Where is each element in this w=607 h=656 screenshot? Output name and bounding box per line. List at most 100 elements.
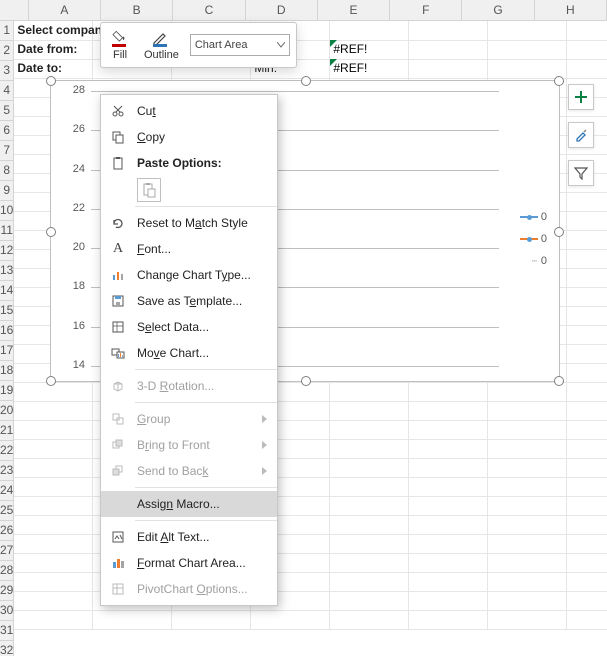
resize-handle[interactable] [554, 227, 564, 237]
error-indicator-icon [330, 40, 337, 47]
resize-handle[interactable] [301, 376, 311, 386]
scissors-icon [109, 102, 127, 120]
row-header[interactable]: 4 [0, 81, 14, 101]
outline-button[interactable]: Outline [141, 27, 182, 63]
legend-entry[interactable]: ···0 [531, 255, 547, 267]
menu-label: Format Chart Area... [137, 556, 267, 570]
col-header[interactable]: B [101, 0, 173, 20]
chart-element-combo[interactable]: Chart Area [190, 34, 290, 56]
select-all-corner[interactable] [0, 0, 29, 20]
chart-filters-button[interactable] [568, 160, 594, 186]
legend-entry[interactable]: 0 [520, 233, 547, 245]
menu-cut[interactable]: Cut [101, 98, 277, 124]
row-header[interactable]: 2 [0, 41, 14, 61]
chart-styles-button[interactable] [568, 122, 594, 148]
mini-toolbar: Fill Outline Chart Area [100, 22, 297, 68]
menu-label: Bring to Front [137, 438, 267, 452]
menu-label: Reset to Match Style [137, 216, 267, 230]
row-header[interactable]: 17 [0, 341, 14, 361]
cell-E3[interactable]: #REF! [330, 59, 409, 79]
resize-handle[interactable] [554, 376, 564, 386]
row-header[interactable]: 26 [0, 521, 14, 541]
menu-save-template[interactable]: Save as Template... [101, 288, 277, 314]
row-header[interactable]: 21 [0, 421, 14, 441]
row-header[interactable]: 9 [0, 181, 14, 201]
menu-label: Send to Back [137, 464, 267, 478]
row-header[interactable]: 13 [0, 261, 14, 281]
paste-clipboard-icon [141, 182, 157, 198]
menu-alt-text[interactable]: Edit Alt Text... [101, 524, 277, 550]
row-header[interactable]: 18 [0, 361, 14, 381]
row-header[interactable]: 1 [0, 21, 14, 41]
row-header[interactable]: 31 [0, 621, 14, 641]
resize-handle[interactable] [46, 376, 56, 386]
menu-label: Cut [137, 104, 267, 118]
menu-label: Move Chart... [137, 346, 267, 360]
row-header[interactable]: 29 [0, 581, 14, 601]
menu-font[interactable]: A Font... [101, 236, 277, 262]
row-header[interactable]: 19 [0, 381, 14, 401]
paste-option-button[interactable] [137, 178, 161, 202]
y-tick-label: 22 [57, 202, 85, 214]
row-header[interactable]: 3 [0, 61, 14, 81]
row-header[interactable]: 11 [0, 221, 14, 241]
y-tick-label: 24 [57, 163, 85, 175]
row-header[interactable]: 7 [0, 141, 14, 161]
row-header[interactable]: 14 [0, 281, 14, 301]
row-header[interactable]: 28 [0, 561, 14, 581]
menu-format-chart-area[interactable]: Format Chart Area... [101, 550, 277, 576]
cell-A2[interactable]: Date from: [14, 40, 93, 60]
menu-change-chart-type[interactable]: Change Chart Type... [101, 262, 277, 288]
menu-assign-macro[interactable]: Assign Macro... [101, 491, 277, 517]
row-header[interactable]: 8 [0, 161, 14, 181]
row-header[interactable]: 27 [0, 541, 14, 561]
legend-entry[interactable]: 0 [520, 211, 547, 223]
row-header[interactable]: 22 [0, 441, 14, 461]
col-header[interactable]: E [318, 0, 390, 20]
col-header[interactable]: H [535, 0, 607, 20]
row-header[interactable]: 32 [0, 641, 14, 656]
menu-move-chart[interactable]: Move Chart... [101, 340, 277, 366]
row-header[interactable]: 25 [0, 501, 14, 521]
menu-reset-style[interactable]: Reset to Match Style [101, 210, 277, 236]
col-header[interactable]: D [246, 0, 318, 20]
reset-icon [109, 214, 127, 232]
row-header[interactable]: 20 [0, 401, 14, 421]
col-header[interactable]: G [462, 0, 534, 20]
row-header[interactable]: 6 [0, 121, 14, 141]
row-header[interactable]: 12 [0, 241, 14, 261]
row-headers: 1 2 3 4 5 6 7 8 9 10 11 12 13 14 15 16 1… [0, 21, 14, 656]
col-header[interactable]: F [390, 0, 462, 20]
fill-button[interactable]: Fill [107, 27, 133, 63]
cube-icon [109, 377, 127, 395]
menu-label: 3-D Rotation... [137, 379, 267, 393]
row-header[interactable]: 10 [0, 201, 14, 221]
menu-copy[interactable]: Copy [101, 124, 277, 150]
row-header[interactable]: 5 [0, 101, 14, 121]
row-header[interactable]: 23 [0, 461, 14, 481]
menu-label: Copy [137, 130, 267, 144]
menu-select-data[interactable]: Select Data... [101, 314, 277, 340]
resize-handle[interactable] [46, 76, 56, 86]
resize-handle[interactable] [46, 227, 56, 237]
col-header[interactable]: C [173, 0, 245, 20]
blank-icon [109, 495, 127, 513]
row-header[interactable]: 15 [0, 301, 14, 321]
col-header[interactable]: A [29, 0, 101, 20]
row-header[interactable]: 16 [0, 321, 14, 341]
copy-icon [109, 128, 127, 146]
cell-A1[interactable]: Select company: [14, 21, 93, 41]
cell-E2[interactable]: #REF! [330, 40, 409, 60]
resize-handle[interactable] [301, 76, 311, 86]
resize-handle[interactable] [554, 76, 564, 86]
row-header[interactable]: 30 [0, 601, 14, 621]
y-tick-label: 16 [57, 320, 85, 332]
plus-icon [574, 90, 588, 104]
menu-label: PivotChart Options... [137, 582, 267, 596]
select-data-icon [109, 318, 127, 336]
pen-icon [151, 29, 171, 49]
row-header[interactable]: 24 [0, 481, 14, 501]
chart-elements-button[interactable] [568, 84, 594, 110]
y-tick-label: 18 [57, 280, 85, 292]
menu-label: Select Data... [137, 320, 267, 334]
